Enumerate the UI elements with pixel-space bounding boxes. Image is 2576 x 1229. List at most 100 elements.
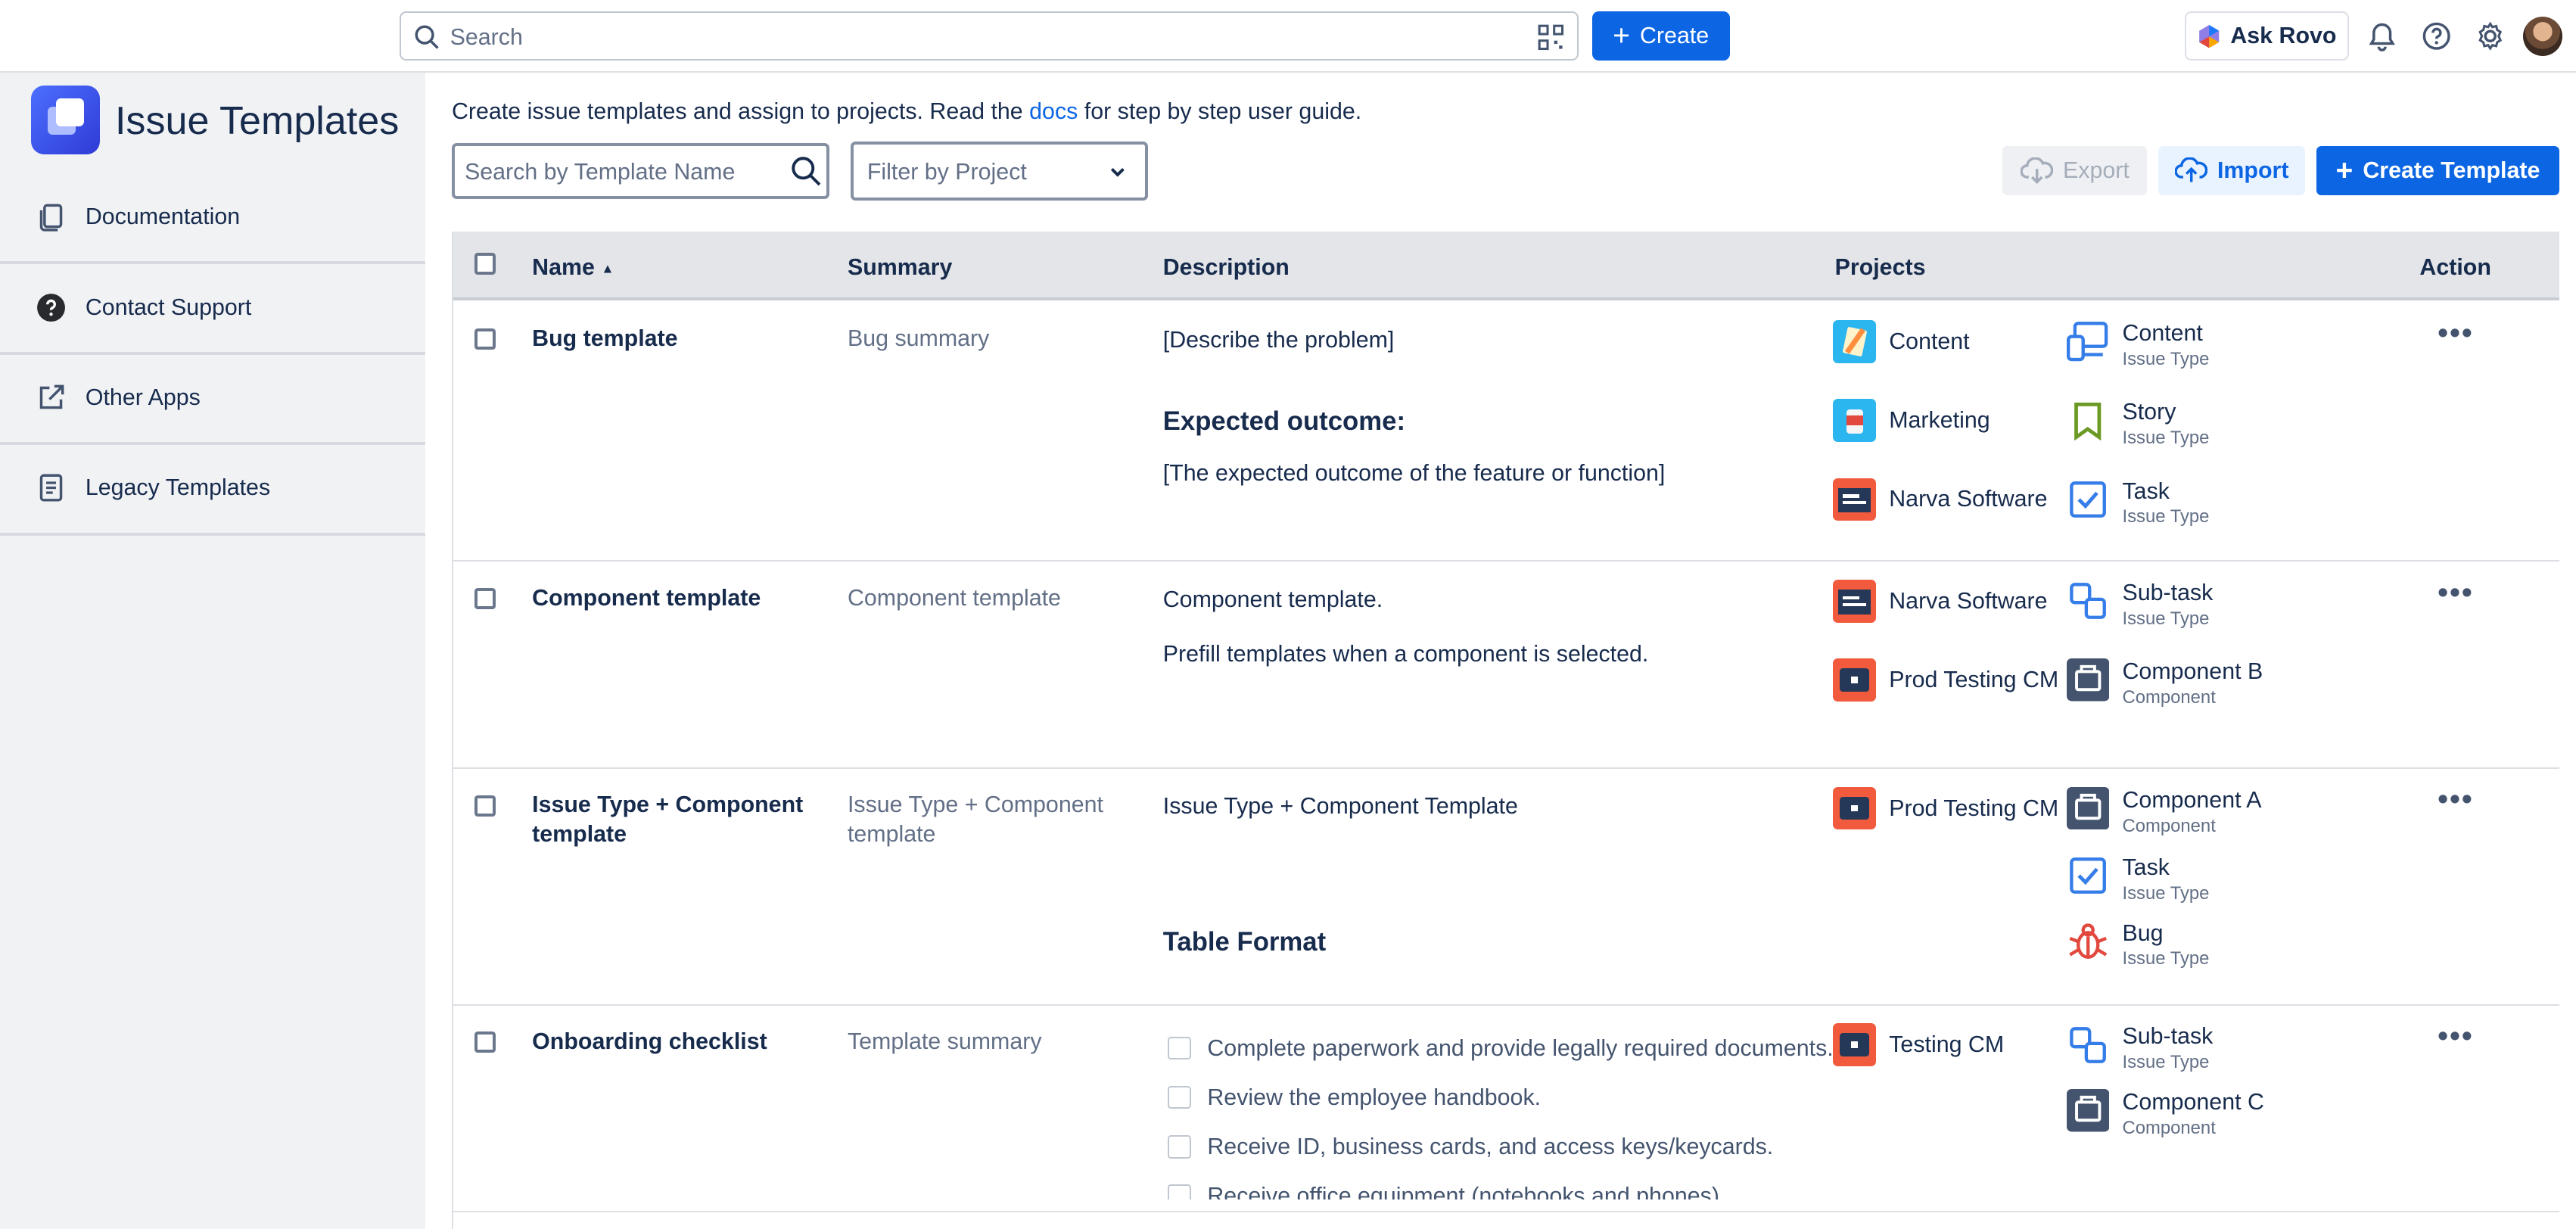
type-name: Task: [2122, 854, 2170, 880]
type-kind: Issue Type: [2122, 882, 2210, 904]
template-summary: Bug summary: [847, 325, 990, 351]
create-button-label: Create: [1640, 23, 1710, 49]
project-filter-select[interactable]: Filter by Project: [851, 141, 1149, 201]
issue-type-chip[interactable]: Sub-task Issue Type: [2067, 1023, 2213, 1075]
template-search-input[interactable]: Search by Template Name: [451, 142, 830, 199]
component-icon: [2066, 1089, 2110, 1132]
project-chip[interactable]: Marketing: [1833, 399, 1990, 442]
description-text: Component template.: [1162, 586, 1383, 612]
export-button[interactable]: Export: [2002, 146, 2148, 196]
issue-type-chip[interactable]: Component B Component: [2066, 658, 2263, 711]
notification-bell-icon[interactable]: [2366, 20, 2398, 52]
settings-gear-icon[interactable]: [2474, 20, 2506, 52]
issue-type-chip[interactable]: Bug Issue Type: [2067, 920, 2209, 972]
checklist-item: Review the employee handbook.: [1168, 1084, 1541, 1111]
project-chip[interactable]: Testing CM: [1833, 1023, 2004, 1066]
template-summary: Issue Type + Component template: [848, 790, 1103, 849]
row-actions-menu-icon[interactable]: •••: [2438, 1020, 2474, 1053]
type-name: Task: [2122, 478, 2170, 504]
help-icon[interactable]: [2420, 20, 2453, 52]
checklist-text: Receive ID, business cards, and access k…: [1207, 1133, 1774, 1159]
checklist-checkbox[interactable]: [1168, 1135, 1191, 1159]
user-avatar[interactable]: [2523, 16, 2563, 56]
narva-software-project-avatar: [1833, 478, 1876, 521]
description-text: [Describe the problem]: [1162, 326, 1395, 353]
table-row: Onboarding checklist Template summary Co…: [453, 1006, 2560, 1213]
question-icon: [36, 293, 65, 322]
qr-scan-icon[interactable]: [1538, 24, 1564, 51]
template-name[interactable]: Bug template: [532, 324, 677, 353]
row-checkbox[interactable]: [474, 588, 496, 610]
row-actions-menu-icon[interactable]: •••: [2438, 783, 2474, 817]
project-name: Content: [1889, 328, 1970, 355]
template-name[interactable]: Onboarding checklist: [532, 1027, 767, 1056]
sidebar-item-other-apps[interactable]: Other Apps: [0, 353, 426, 446]
template-search-placeholder: Search by Template Name: [464, 159, 736, 185]
ask-rovo-button[interactable]: Ask Rovo: [2185, 11, 2350, 61]
issue-type-chip[interactable]: Task Issue Type: [2067, 478, 2210, 530]
checklist-checkbox[interactable]: [1168, 1184, 1191, 1199]
issue-type-chip[interactable]: Content Issue Type: [2066, 320, 2210, 372]
type-name: Story: [2122, 399, 2176, 425]
checklist-item: Receive ID, business cards, and access k…: [1168, 1134, 1773, 1160]
row-checkbox[interactable]: [474, 795, 496, 817]
issue-type-chip[interactable]: Sub-task Issue Type: [2067, 580, 2213, 632]
row-checkbox[interactable]: [474, 328, 496, 350]
row-checkbox[interactable]: [474, 1031, 496, 1053]
checklist-text: Complete paperwork and provide legally r…: [1207, 1035, 1834, 1061]
row-actions-menu-icon[interactable]: •••: [2438, 577, 2474, 610]
description-text: [The expected outcome of the feature or …: [1162, 459, 1666, 486]
docs-link[interactable]: docs: [1029, 98, 1078, 124]
template-summary: Template summary: [847, 1028, 1042, 1054]
issue-type-chip[interactable]: Task Issue Type: [2067, 854, 2210, 907]
issue-type-chip[interactable]: Story Issue Type: [2067, 399, 2209, 451]
sidebar-item-documentation[interactable]: Documentation: [0, 173, 426, 265]
type-kind: Component: [2122, 815, 2216, 836]
templates-table: Name ▲ Summary Description Projects Acti…: [451, 232, 2560, 1229]
row-actions-menu-icon[interactable]: •••: [2438, 317, 2474, 350]
marketing-project-avatar: [1833, 399, 1876, 442]
type-kind: Issue Type: [2122, 349, 2210, 370]
prod-testing-cm-project-avatar: [1833, 786, 1876, 830]
template-name[interactable]: Component template: [532, 583, 761, 613]
project-chip[interactable]: Prod Testing CM: [1833, 786, 2058, 830]
column-header-name[interactable]: Name ▲: [532, 254, 614, 281]
project-name: Narva Software: [1889, 588, 2048, 614]
import-button[interactable]: Import: [2158, 146, 2305, 196]
column-header-action: Action: [2419, 254, 2491, 281]
project-chip[interactable]: Narva Software: [1833, 478, 2048, 521]
narva-software-project-avatar: [1833, 580, 1876, 623]
column-header-summary: Summary: [847, 254, 953, 281]
issue-type-chip[interactable]: Component A Component: [2066, 786, 2262, 839]
project-chip[interactable]: Prod Testing CM: [1833, 658, 2058, 702]
type-name: Content: [2122, 320, 2203, 347]
search-icon: [415, 25, 439, 50]
description-text: Prefill templates when a component is se…: [1162, 640, 1649, 667]
documentation-icon: [39, 204, 63, 232]
checklist-checkbox[interactable]: [1168, 1086, 1191, 1109]
chevron-down-icon: [1110, 167, 1125, 177]
type-name: Component C: [2122, 1089, 2264, 1115]
select-all-checkbox[interactable]: [474, 253, 496, 275]
description-text: Issue Type + Component Template: [1162, 793, 1518, 820]
checklist-text: Review the employee handbook.: [1207, 1084, 1542, 1110]
project-chip[interactable]: Narva Software: [1833, 580, 2048, 623]
template-name[interactable]: Issue Type + Component template: [532, 790, 803, 849]
global-search-input[interactable]: Search: [399, 11, 1579, 61]
subtask-icon: [2067, 580, 2109, 622]
checklist-checkbox[interactable]: [1168, 1036, 1191, 1060]
project-name: Narva Software: [1889, 486, 2048, 512]
issue-type-chip[interactable]: Component C Component: [2066, 1089, 2264, 1141]
checklist-text: Receive office equipment (notebooks and …: [1207, 1182, 1726, 1199]
sidebar-item-legacy-templates[interactable]: Legacy Templates: [0, 443, 426, 536]
create-button[interactable]: + Create: [1591, 11, 1730, 61]
sidebar-item-label: Other Apps: [85, 384, 201, 410]
sidebar-item-contact-support[interactable]: Contact Support: [0, 263, 426, 355]
content-type-icon: [2066, 320, 2109, 362]
checklist-item: Receive office equipment (notebooks and …: [1168, 1183, 1725, 1199]
create-template-button[interactable]: + Create Template: [2316, 146, 2560, 196]
type-kind: Issue Type: [2122, 506, 2210, 527]
create-template-label: Create Template: [2363, 157, 2540, 184]
sort-asc-icon: ▲: [601, 260, 614, 276]
project-chip[interactable]: Content: [1833, 320, 1970, 363]
